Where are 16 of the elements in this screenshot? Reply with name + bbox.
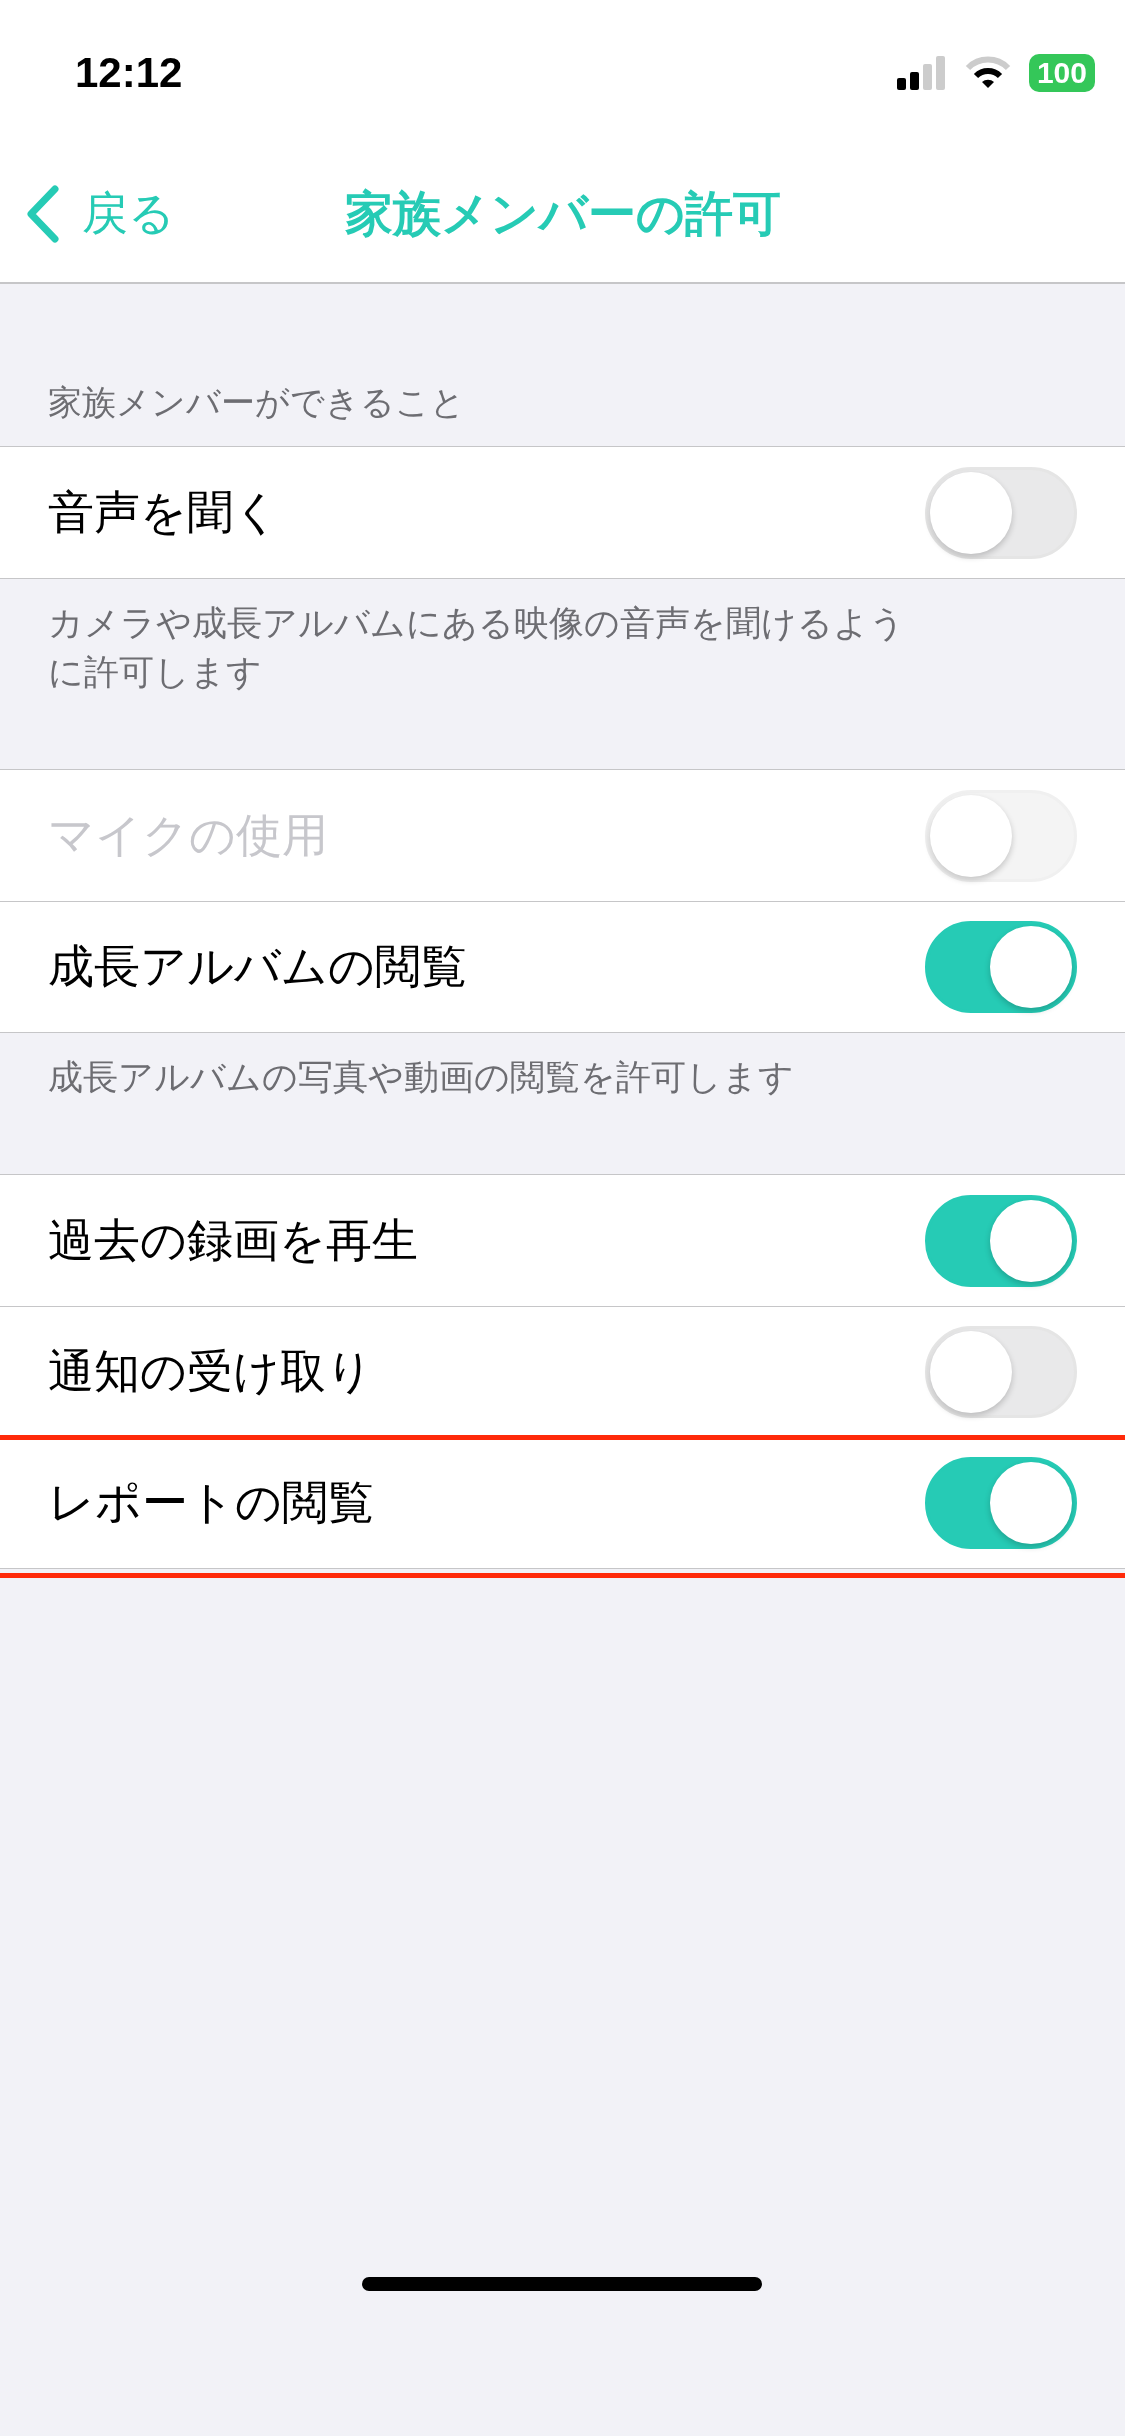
setting-label: 通知の受け取り xyxy=(48,1343,373,1400)
setting-label: マイクの使用 xyxy=(48,806,328,864)
setting-label: レポートの閲覧 xyxy=(48,1474,374,1531)
section-header: 家族メンバーができること xyxy=(48,382,465,422)
setting-label: 成長アルバムの閲覧 xyxy=(48,938,467,995)
status-time: 12:12 xyxy=(75,48,183,97)
setting-label: 過去の録画を再生 xyxy=(48,1211,418,1269)
wifi-icon xyxy=(964,55,1011,90)
section-footer: カメラや成長アルバムにある映像の音声を聞けるように許可します xyxy=(48,603,905,692)
back-button[interactable]: 戻る xyxy=(26,182,175,245)
section-footer: 成長アルバムの写真や動画の閲覧を許可します xyxy=(48,1057,794,1097)
chevron-left-icon xyxy=(26,184,60,243)
battery-indicator: 100 xyxy=(1028,53,1095,92)
screen-title: 家族メンバーの許可 xyxy=(344,183,781,243)
signal-icon xyxy=(896,55,947,90)
setting-label: 音声を聞く xyxy=(48,483,280,541)
